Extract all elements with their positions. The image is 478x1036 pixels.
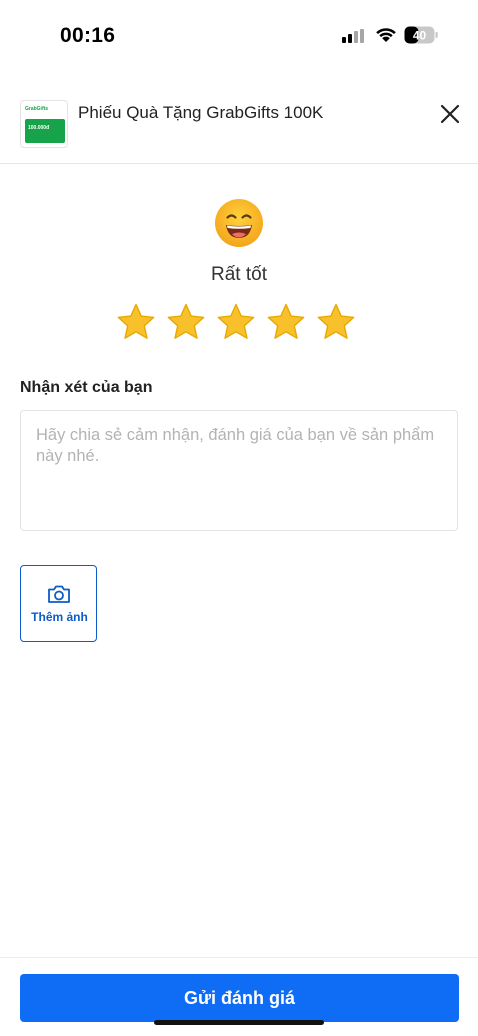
- grinning-face-icon: [215, 199, 263, 247]
- rating-label: Rất tốt: [211, 264, 267, 285]
- close-icon[interactable]: [436, 100, 464, 128]
- star-icon-2[interactable]: [166, 302, 206, 342]
- star-icon-4[interactable]: [266, 302, 306, 342]
- star-icon-3[interactable]: [216, 302, 256, 342]
- signal-icon: [342, 29, 364, 43]
- star-icon-1[interactable]: [116, 302, 156, 342]
- wifi-icon: [376, 28, 396, 42]
- product-thumbnail: GrabGifts 100.000đ: [20, 100, 68, 148]
- star-rating[interactable]: [116, 302, 356, 344]
- thumbnail-card: [25, 119, 65, 143]
- status-time: 00:16: [60, 24, 116, 47]
- thumbnail-amount: 100.000đ: [28, 125, 50, 131]
- comment-input[interactable]: [20, 410, 458, 531]
- battery-icon: 40: [404, 26, 438, 44]
- submit-review-button[interactable]: Gửi đánh giá: [20, 974, 459, 1022]
- review-header: GrabGifts 100.000đ Phiếu Quà Tặng GrabGi…: [0, 92, 478, 164]
- battery-level: 40: [413, 29, 427, 43]
- add-photo-button[interactable]: Thêm ảnh: [20, 565, 97, 642]
- home-indicator: [154, 1020, 324, 1025]
- camera-icon: [48, 585, 70, 603]
- comment-label: Nhận xét của bạn: [20, 379, 153, 396]
- star-icon-5[interactable]: [316, 302, 356, 342]
- product-title: Phiếu Quà Tặng GrabGifts 100K: [78, 103, 324, 122]
- status-bar: 00:16 40: [0, 0, 478, 70]
- thumbnail-logo: GrabGifts: [25, 106, 49, 112]
- add-photo-label: Thêm ảnh: [31, 610, 88, 624]
